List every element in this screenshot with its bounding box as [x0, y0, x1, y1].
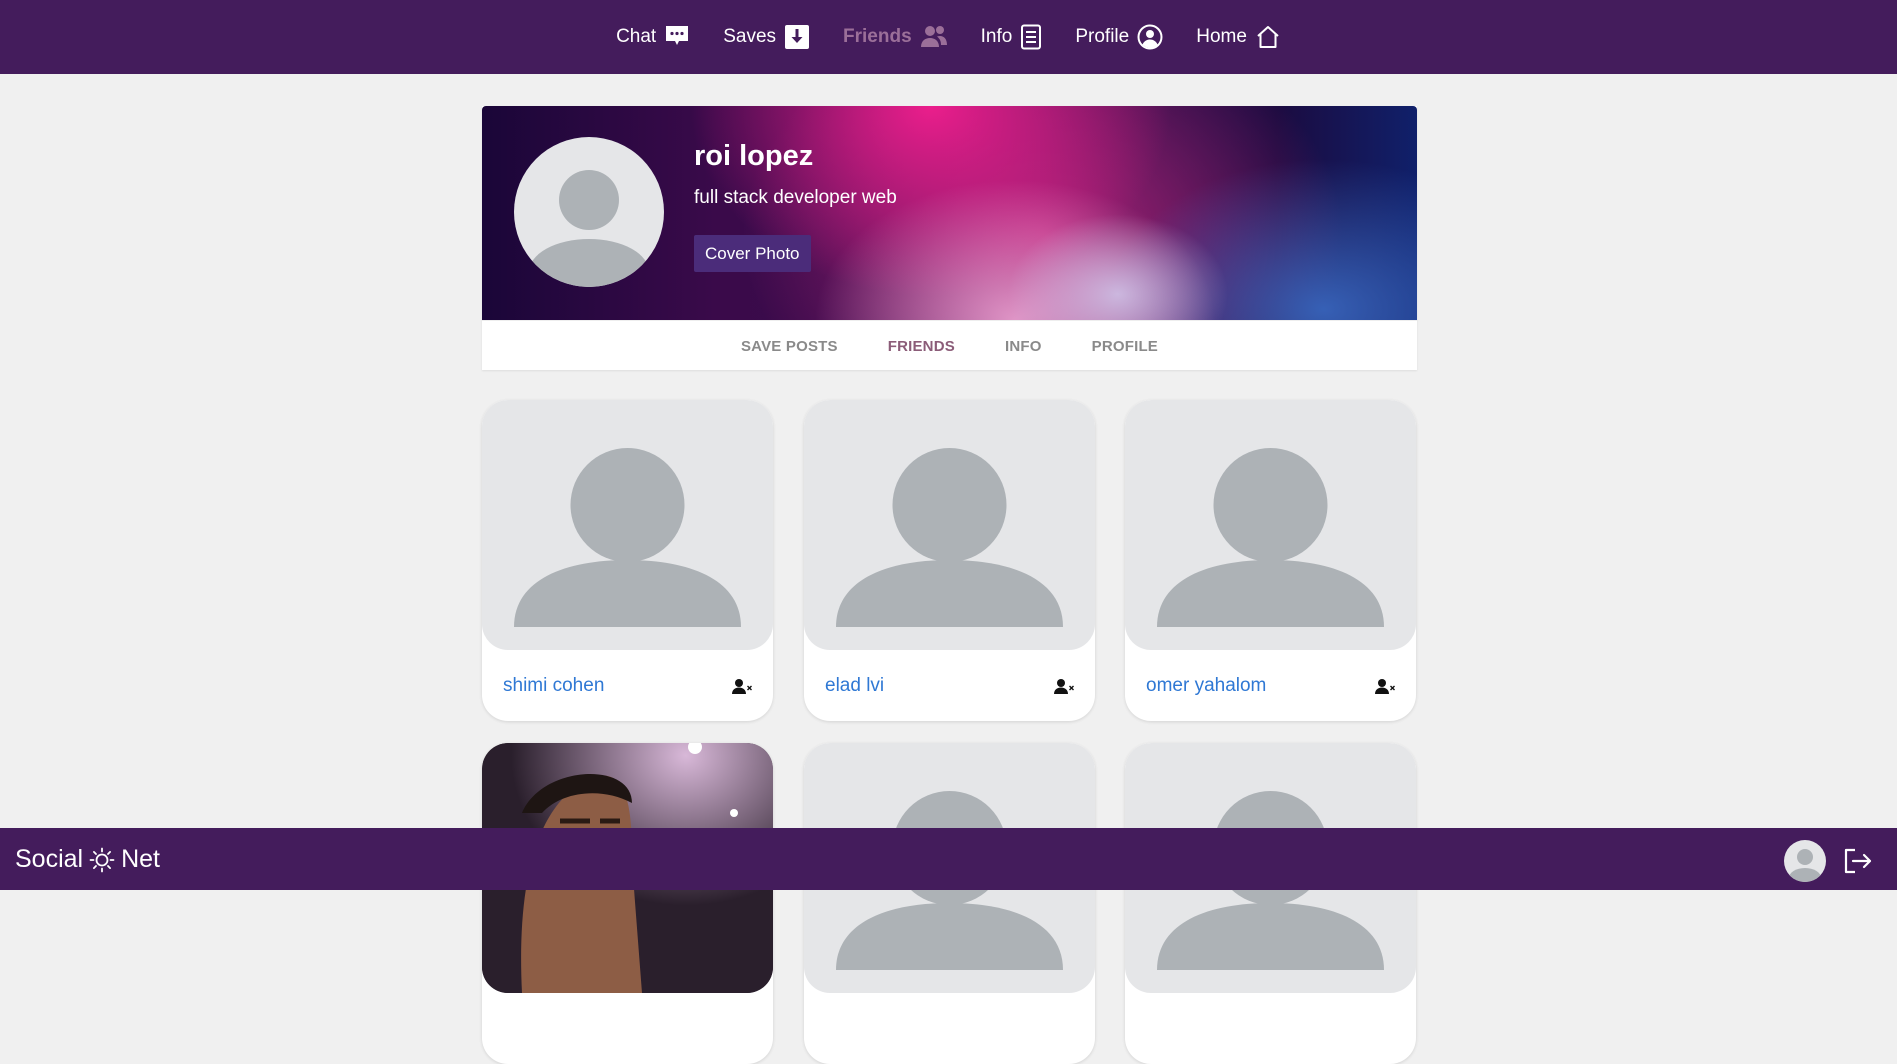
friend-card: omer yahalom	[1125, 400, 1416, 721]
friend-name[interactable]: elad lvi	[825, 675, 884, 697]
default-avatar-icon	[1157, 448, 1384, 627]
profile-description: full stack developer web	[694, 187, 897, 208]
nav-friends-label: Friends	[843, 26, 912, 47]
user-circle-icon	[1137, 24, 1163, 50]
home-icon	[1257, 26, 1279, 48]
remove-friend-icon[interactable]	[1053, 678, 1075, 696]
nav-chat[interactable]: Chat	[616, 24, 690, 50]
nav-saves-label: Saves	[723, 26, 777, 47]
nav-profile[interactable]: Profile	[1075, 24, 1163, 50]
friend-photo[interactable]	[804, 400, 1095, 650]
friend-card	[804, 743, 1095, 1064]
tab-save-posts[interactable]: SAVE POSTS	[741, 338, 838, 355]
friend-card: elad lvi	[804, 400, 1095, 721]
document-icon	[1021, 24, 1042, 50]
cover-photo: roi lopez full stack developer web Cover…	[482, 106, 1417, 320]
tab-info[interactable]: INFO	[1005, 338, 1042, 355]
friend-name[interactable]: shimi cohen	[503, 675, 604, 697]
default-avatar-icon	[836, 448, 1063, 627]
cover-photo-button[interactable]: Cover Photo	[694, 235, 811, 272]
brand-right: Net	[121, 845, 160, 873]
brand-logo[interactable]: Social Net	[15, 845, 160, 874]
brand-left: Social	[15, 845, 84, 873]
nav-chat-label: Chat	[616, 26, 657, 47]
nav-saves[interactable]: Saves	[723, 24, 810, 50]
top-navbar: Chat Saves Friends Info Profile Home	[0, 0, 1897, 74]
profile-header: roi lopez full stack developer web Cover…	[482, 106, 1417, 370]
profile-avatar[interactable]	[514, 137, 664, 287]
friend-card	[482, 743, 773, 1064]
nav-friends[interactable]: Friends	[843, 25, 948, 49]
friends-icon	[920, 26, 947, 47]
nav-home[interactable]: Home	[1196, 25, 1281, 49]
friend-photo[interactable]	[1125, 400, 1416, 650]
nav-info[interactable]: Info	[981, 24, 1043, 50]
tab-friends[interactable]: FRIENDS	[888, 338, 955, 355]
friend-photo[interactable]	[482, 400, 773, 650]
remove-friend-icon[interactable]	[1374, 678, 1396, 696]
save-icon	[785, 25, 810, 49]
friend-card: shimi cohen	[482, 400, 773, 721]
friend-card	[1125, 743, 1416, 1064]
default-avatar-icon	[514, 448, 741, 627]
friend-name[interactable]: omer yahalom	[1146, 675, 1266, 697]
sun-icon	[89, 847, 115, 872]
default-avatar-icon	[529, 170, 649, 287]
profile-name: roi lopez	[694, 140, 814, 172]
nav-home-label: Home	[1196, 26, 1247, 47]
tab-profile[interactable]: PROFILE	[1092, 338, 1158, 355]
logout-icon[interactable]	[1843, 848, 1873, 874]
chat-icon	[666, 26, 689, 45]
nav-profile-label: Profile	[1075, 26, 1130, 47]
nav-info-label: Info	[980, 26, 1013, 47]
profile-tabs: SAVE POSTS FRIENDS INFO PROFILE	[482, 320, 1417, 371]
default-avatar-icon	[1789, 849, 1821, 882]
bottom-bar: Social Net	[0, 828, 1897, 890]
remove-friend-icon[interactable]	[731, 678, 753, 696]
user-avatar[interactable]	[1784, 840, 1826, 882]
